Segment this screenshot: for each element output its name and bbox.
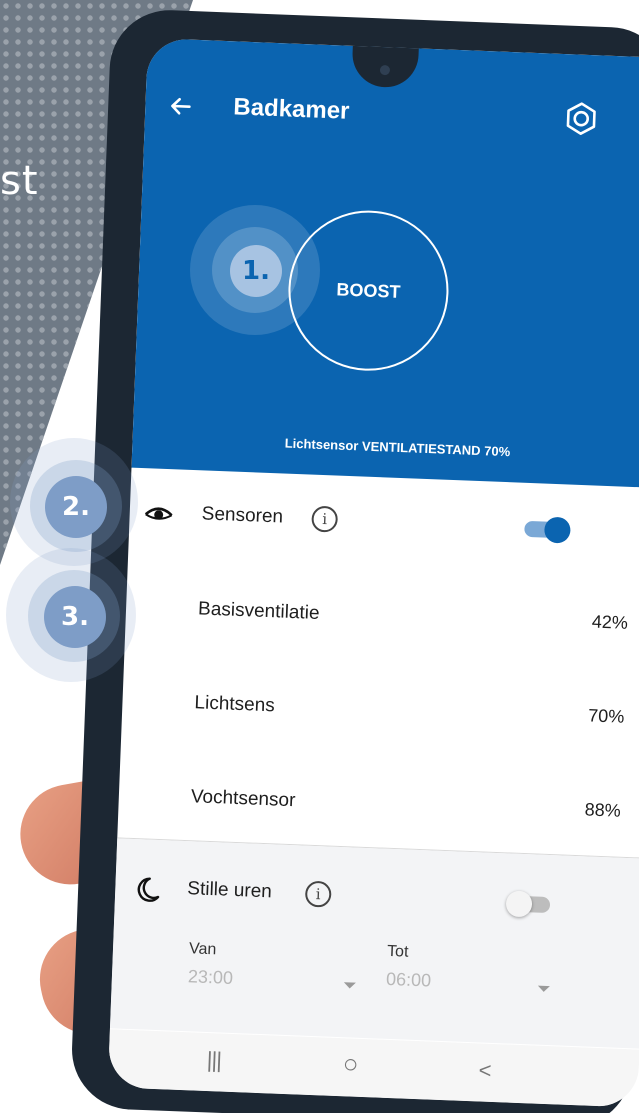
quiet-hours-toggle[interactable] <box>505 890 551 918</box>
sensors-row: Sensoren i <box>129 483 639 563</box>
phone-screen: Badkamer BOOST Lichtsensor VENTILATIESTA… <box>107 38 639 1108</box>
background-text: st <box>0 158 39 204</box>
list-item: Basisventilatie 42% <box>125 578 639 658</box>
sensors-toggle[interactable] <box>524 516 571 544</box>
sensor-value: 70% <box>587 705 625 727</box>
sensor-label: Lichtsens <box>194 692 276 717</box>
back-button[interactable]: < <box>478 1057 492 1083</box>
step-badge-2: 2. <box>45 476 107 538</box>
list-item: Vochtsensor 88% <box>118 765 639 845</box>
ventilation-status: Lichtsensor VENTILATIESTAND 70% <box>284 435 511 460</box>
quiet-hours-label: Stille uren <box>186 878 273 903</box>
to-time-select[interactable]: Tot 06:00 <box>386 943 433 992</box>
from-time-select[interactable]: Van 23:00 <box>188 940 235 989</box>
recent-apps-button[interactable]: ||| <box>206 1047 221 1074</box>
back-arrow-icon[interactable] <box>165 91 196 122</box>
boost-label: BOOST <box>336 278 401 302</box>
sensor-value: 88% <box>584 799 622 821</box>
from-label: Van <box>188 940 217 959</box>
sensors-label: Sensoren <box>201 503 284 528</box>
home-button[interactable]: ○ <box>342 1048 359 1080</box>
sensor-label: Basisventilatie <box>197 598 320 624</box>
gear-icon[interactable] <box>563 100 600 137</box>
info-icon[interactable]: i <box>304 880 332 908</box>
info-icon[interactable]: i <box>311 505 339 533</box>
to-value: 06:00 <box>385 968 432 991</box>
eye-icon <box>144 507 173 520</box>
moon-icon <box>137 877 160 902</box>
sensor-label: Vochtsensor <box>190 786 296 812</box>
list-item: Lichtsens 70% <box>121 672 639 752</box>
from-value: 23:00 <box>187 966 234 988</box>
dropdown-caret-icon[interactable] <box>537 985 550 993</box>
to-label: Tot <box>386 942 409 961</box>
page-title: Badkamer <box>232 93 350 125</box>
dropdown-caret-icon[interactable] <box>343 982 356 989</box>
step-badge-1: 1. <box>230 245 282 297</box>
sensor-value: 42% <box>591 611 629 633</box>
step-badge-3: 3. <box>44 586 106 648</box>
